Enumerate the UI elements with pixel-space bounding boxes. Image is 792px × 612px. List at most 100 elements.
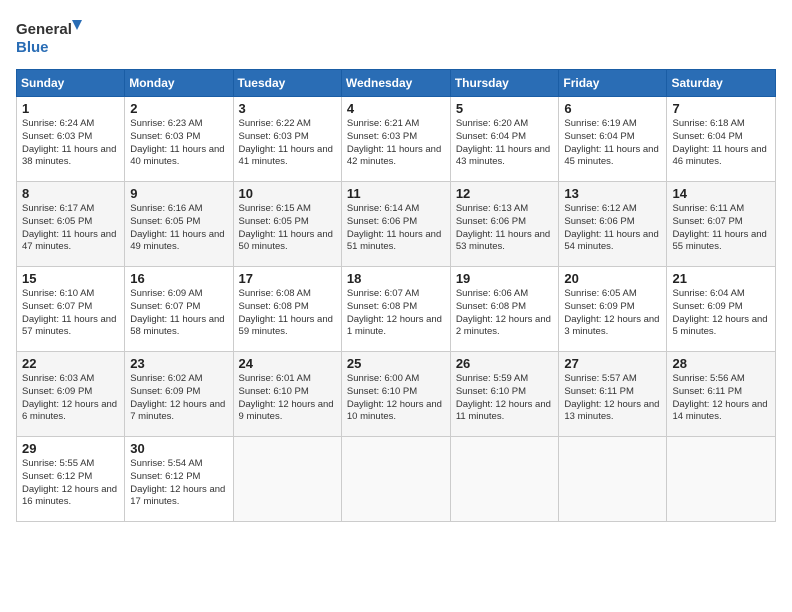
day-detail: Sunrise: 5:56 AMSunset: 6:11 PMDaylight:… xyxy=(672,373,770,424)
calendar-cell: 20Sunrise: 6:05 AMSunset: 6:09 PMDayligh… xyxy=(559,267,667,352)
calendar-header-row: SundayMondayTuesdayWednesdayThursdayFrid… xyxy=(17,70,776,97)
calendar-week-2: 8 Sunrise: 6:17 AMSunset: 6:05 PMDaylight… xyxy=(17,182,776,267)
calendar-cell: 8 Sunrise: 6:17 AMSunset: 6:05 PMDaylight… xyxy=(17,182,125,267)
col-header-wednesday: Wednesday xyxy=(341,70,450,97)
calendar-cell: 18 Sunrise: 6:07 AMSunset: 6:08 PMDayligh… xyxy=(341,267,450,352)
calendar-week-4: 22 Sunrise: 6:03 AMSunset: 6:09 PMDayligh… xyxy=(17,352,776,437)
col-header-sunday: Sunday xyxy=(17,70,125,97)
day-number: 24 xyxy=(239,356,336,371)
calendar-cell: 30Sunrise: 5:54 AMSunset: 6:12 PMDayligh… xyxy=(125,437,233,522)
calendar-cell: 14 Sunrise: 6:11 AMSunset: 6:07 PMDayligh… xyxy=(667,182,776,267)
calendar-cell: 27 Sunrise: 5:57 AMSunset: 6:11 PMDayligh… xyxy=(559,352,667,437)
day-number: 12 xyxy=(456,186,554,201)
day-number: 2 xyxy=(130,101,227,116)
day-detail: Sunrise: 6:00 AMSunset: 6:10 PMDaylight:… xyxy=(347,373,445,424)
day-detail: Sunrise: 6:03 AMSunset: 6:09 PMDaylight:… xyxy=(22,373,119,424)
day-number: 4 xyxy=(347,101,445,116)
day-number: 3 xyxy=(239,101,336,116)
calendar-cell: 4 Sunrise: 6:21 AMSunset: 6:03 PMDaylight… xyxy=(341,97,450,182)
day-detail: Sunrise: 6:04 AMSunset: 6:09 PMDaylight:… xyxy=(672,288,770,339)
day-detail: Sunrise: 6:15 AMSunset: 6:05 PMDaylight:… xyxy=(239,203,336,254)
calendar-cell xyxy=(559,437,667,522)
calendar-week-1: 1 Sunrise: 6:24 AMSunset: 6:03 PMDaylight… xyxy=(17,97,776,182)
day-number: 29 xyxy=(22,441,119,456)
calendar-cell: 5 Sunrise: 6:20 AMSunset: 6:04 PMDaylight… xyxy=(450,97,559,182)
day-number: 18 xyxy=(347,271,445,286)
day-number: 7 xyxy=(672,101,770,116)
day-detail: Sunrise: 6:23 AMSunset: 6:03 PMDaylight:… xyxy=(130,118,227,169)
day-detail: Sunrise: 6:05 AMSunset: 6:09 PMDaylight:… xyxy=(564,288,661,339)
logo-svg: General Blue xyxy=(16,16,86,61)
day-detail: Sunrise: 6:09 AMSunset: 6:07 PMDaylight:… xyxy=(130,288,227,339)
day-number: 22 xyxy=(22,356,119,371)
calendar-week-3: 15 Sunrise: 6:10 AMSunset: 6:07 PMDayligh… xyxy=(17,267,776,352)
calendar-cell: 1 Sunrise: 6:24 AMSunset: 6:03 PMDaylight… xyxy=(17,97,125,182)
calendar-week-5: 29 Sunrise: 5:55 AMSunset: 6:12 PMDayligh… xyxy=(17,437,776,522)
day-number: 8 xyxy=(22,186,119,201)
col-header-monday: Monday xyxy=(125,70,233,97)
calendar-cell: 22 Sunrise: 6:03 AMSunset: 6:09 PMDayligh… xyxy=(17,352,125,437)
logo: General Blue xyxy=(16,16,86,61)
day-detail: Sunrise: 6:18 AMSunset: 6:04 PMDaylight:… xyxy=(672,118,770,169)
day-detail: Sunrise: 5:55 AMSunset: 6:12 PMDaylight:… xyxy=(22,458,119,509)
day-number: 16 xyxy=(130,271,227,286)
day-detail: Sunrise: 6:20 AMSunset: 6:04 PMDaylight:… xyxy=(456,118,554,169)
calendar-cell: 25 Sunrise: 6:00 AMSunset: 6:10 PMDayligh… xyxy=(341,352,450,437)
day-number: 6 xyxy=(564,101,661,116)
calendar-cell: 11 Sunrise: 6:14 AMSunset: 6:06 PMDayligh… xyxy=(341,182,450,267)
calendar-cell xyxy=(450,437,559,522)
calendar-cell: 2 Sunrise: 6:23 AMSunset: 6:03 PMDaylight… xyxy=(125,97,233,182)
calendar-cell: 7 Sunrise: 6:18 AMSunset: 6:04 PMDaylight… xyxy=(667,97,776,182)
day-number: 27 xyxy=(564,356,661,371)
day-detail: Sunrise: 5:57 AMSunset: 6:11 PMDaylight:… xyxy=(564,373,661,424)
calendar-cell: 21 Sunrise: 6:04 AMSunset: 6:09 PMDayligh… xyxy=(667,267,776,352)
day-number: 25 xyxy=(347,356,445,371)
day-detail: Sunrise: 6:02 AMSunset: 6:09 PMDaylight:… xyxy=(130,373,227,424)
day-number: 21 xyxy=(672,271,770,286)
svg-text:General: General xyxy=(16,21,72,38)
col-header-thursday: Thursday xyxy=(450,70,559,97)
day-detail: Sunrise: 6:16 AMSunset: 6:05 PMDaylight:… xyxy=(130,203,227,254)
calendar-cell: 10Sunrise: 6:15 AMSunset: 6:05 PMDayligh… xyxy=(233,182,341,267)
day-detail: Sunrise: 6:19 AMSunset: 6:04 PMDaylight:… xyxy=(564,118,661,169)
day-detail: Sunrise: 6:24 AMSunset: 6:03 PMDaylight:… xyxy=(22,118,119,169)
day-detail: Sunrise: 6:14 AMSunset: 6:06 PMDaylight:… xyxy=(347,203,445,254)
day-detail: Sunrise: 6:17 AMSunset: 6:05 PMDaylight:… xyxy=(22,203,119,254)
calendar-cell xyxy=(667,437,776,522)
day-detail: Sunrise: 5:59 AMSunset: 6:10 PMDaylight:… xyxy=(456,373,554,424)
calendar-cell: 24 Sunrise: 6:01 AMSunset: 6:10 PMDayligh… xyxy=(233,352,341,437)
calendar-cell: 15 Sunrise: 6:10 AMSunset: 6:07 PMDayligh… xyxy=(17,267,125,352)
calendar-cell: 16 Sunrise: 6:09 AMSunset: 6:07 PMDayligh… xyxy=(125,267,233,352)
day-number: 1 xyxy=(22,101,119,116)
col-header-tuesday: Tuesday xyxy=(233,70,341,97)
calendar-cell: 28 Sunrise: 5:56 AMSunset: 6:11 PMDayligh… xyxy=(667,352,776,437)
day-detail: Sunrise: 6:22 AMSunset: 6:03 PMDaylight:… xyxy=(239,118,336,169)
day-number: 5 xyxy=(456,101,554,116)
calendar-cell: 19Sunrise: 6:06 AMSunset: 6:08 PMDayligh… xyxy=(450,267,559,352)
calendar-cell: 13 Sunrise: 6:12 AMSunset: 6:06 PMDayligh… xyxy=(559,182,667,267)
day-number: 13 xyxy=(564,186,661,201)
day-number: 26 xyxy=(456,356,554,371)
day-detail: Sunrise: 6:21 AMSunset: 6:03 PMDaylight:… xyxy=(347,118,445,169)
day-number: 28 xyxy=(672,356,770,371)
day-number: 17 xyxy=(239,271,336,286)
day-number: 23 xyxy=(130,356,227,371)
svg-text:Blue: Blue xyxy=(16,39,49,56)
calendar-table: SundayMondayTuesdayWednesdayThursdayFrid… xyxy=(16,69,776,522)
calendar-cell: 26 Sunrise: 5:59 AMSunset: 6:10 PMDayligh… xyxy=(450,352,559,437)
day-number: 19 xyxy=(456,271,554,286)
day-detail: Sunrise: 6:07 AMSunset: 6:08 PMDaylight:… xyxy=(347,288,445,339)
day-number: 11 xyxy=(347,186,445,201)
day-number: 9 xyxy=(130,186,227,201)
day-number: 15 xyxy=(22,271,119,286)
calendar-cell: 6 Sunrise: 6:19 AMSunset: 6:04 PMDaylight… xyxy=(559,97,667,182)
day-number: 14 xyxy=(672,186,770,201)
day-detail: Sunrise: 6:11 AMSunset: 6:07 PMDaylight:… xyxy=(672,203,770,254)
calendar-cell: 29 Sunrise: 5:55 AMSunset: 6:12 PMDayligh… xyxy=(17,437,125,522)
col-header-friday: Friday xyxy=(559,70,667,97)
day-detail: Sunrise: 6:10 AMSunset: 6:07 PMDaylight:… xyxy=(22,288,119,339)
day-detail: Sunrise: 6:08 AMSunset: 6:08 PMDaylight:… xyxy=(239,288,336,339)
day-detail: Sunrise: 6:12 AMSunset: 6:06 PMDaylight:… xyxy=(564,203,661,254)
day-detail: Sunrise: 6:01 AMSunset: 6:10 PMDaylight:… xyxy=(239,373,336,424)
calendar-cell: 17 Sunrise: 6:08 AMSunset: 6:08 PMDayligh… xyxy=(233,267,341,352)
